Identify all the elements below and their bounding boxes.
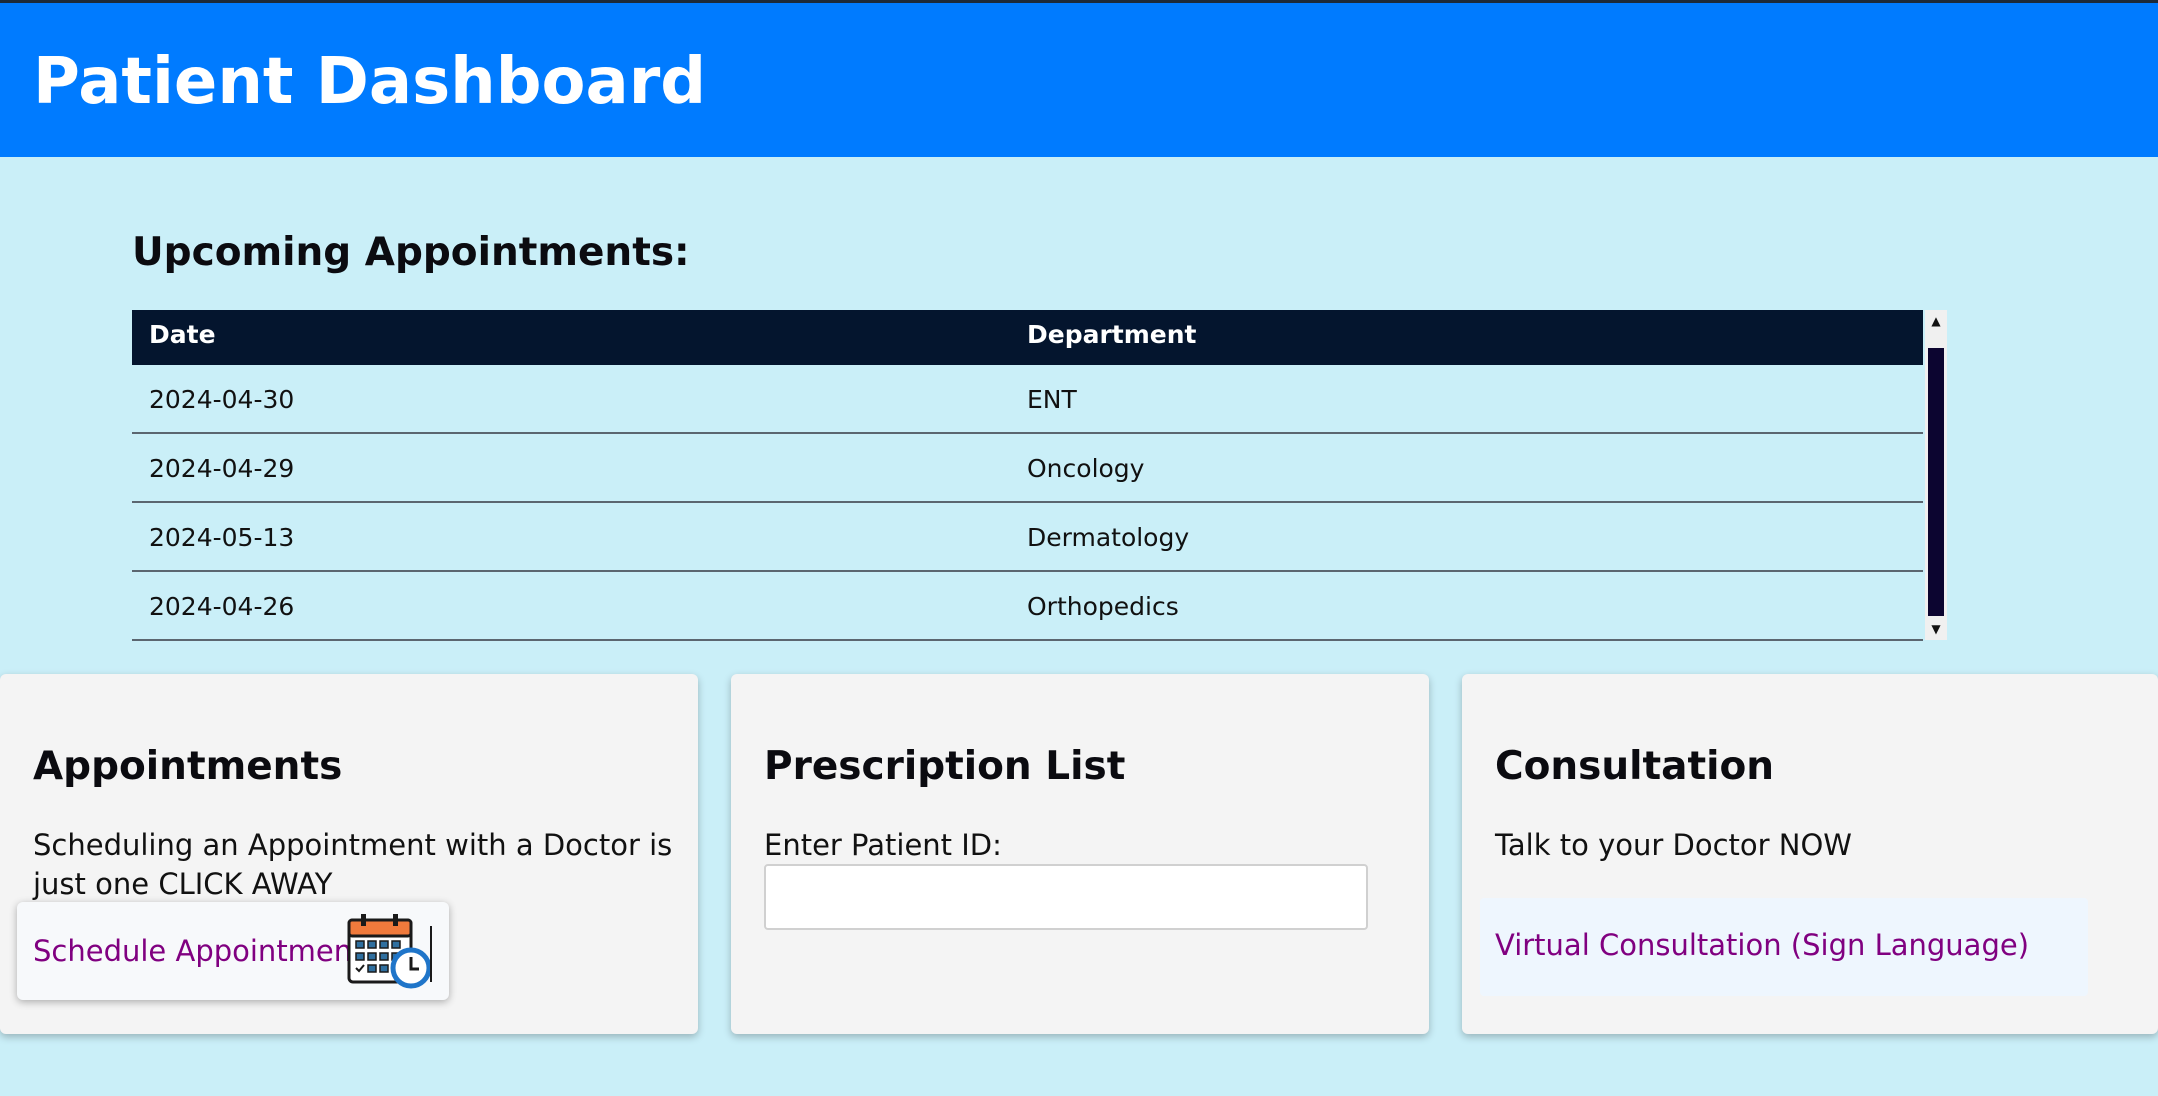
table-header: Date Department — [132, 310, 1923, 365]
schedule-appointment-link[interactable]: Schedule Appointment — [33, 934, 364, 968]
column-header-department: Department — [1027, 320, 1197, 349]
appointment-department: ENT — [1027, 385, 1077, 414]
prescription-card: Prescription List Enter Patient ID: — [731, 674, 1429, 1034]
appointments-card-title: Appointments — [33, 744, 343, 789]
scroll-down-arrow-icon[interactable]: ▼ — [1925, 618, 1947, 640]
prescription-card-title: Prescription List — [764, 744, 1126, 789]
appointment-date: 2024-04-26 — [149, 592, 295, 621]
page-title: Patient Dashboard — [33, 45, 707, 119]
patient-id-label: Enter Patient ID: — [764, 828, 1002, 862]
calendar-clock-icon[interactable] — [347, 912, 433, 994]
appointment-department: Dermatology — [1027, 523, 1190, 552]
consultation-card-title: Consultation — [1495, 744, 1775, 789]
upcoming-appointments-title: Upcoming Appointments: — [132, 230, 690, 275]
appointment-department: Orthopedics — [1027, 592, 1179, 621]
scroll-up-arrow-icon[interactable]: ▲ — [1925, 310, 1947, 332]
appointment-department: Oncology — [1027, 454, 1145, 483]
patient-id-input[interactable] — [764, 864, 1368, 930]
virtual-consultation-box[interactable]: Virtual Consultation (Sign Language) — [1480, 898, 2088, 996]
page-header: Patient Dashboard — [0, 3, 2158, 157]
consultation-card: Consultation Talk to your Doctor NOW Vir… — [1462, 674, 2158, 1034]
table-row: 2024-04-30 ENT — [132, 365, 1923, 434]
scrollbar-thumb[interactable] — [1928, 348, 1944, 616]
appointment-date: 2024-05-13 — [149, 523, 295, 552]
appointments-table: Date Department 2024-04-30 ENT 2024-04-2… — [132, 310, 1947, 641]
appointments-card: Appointments Scheduling an Appointment w… — [0, 674, 698, 1034]
appointments-card-description: Scheduling an Appointment with a Doctor … — [33, 828, 673, 901]
table-scrollbar[interactable]: ▲ ▼ — [1925, 310, 1947, 640]
table-row: 2024-05-13 Dermatology — [132, 503, 1923, 572]
consultation-card-description: Talk to your Doctor NOW — [1495, 828, 1852, 862]
column-header-date: Date — [149, 320, 216, 349]
virtual-consultation-link[interactable]: Virtual Consultation (Sign Language) — [1495, 928, 2029, 962]
appointment-date: 2024-04-30 — [149, 385, 295, 414]
schedule-appointment-button[interactable]: Schedule Appointment — [17, 902, 449, 1000]
table-row: 2024-04-29 Oncology — [132, 434, 1923, 503]
table-row: 2024-04-26 Orthopedics — [132, 572, 1923, 641]
appointment-date: 2024-04-29 — [149, 454, 295, 483]
